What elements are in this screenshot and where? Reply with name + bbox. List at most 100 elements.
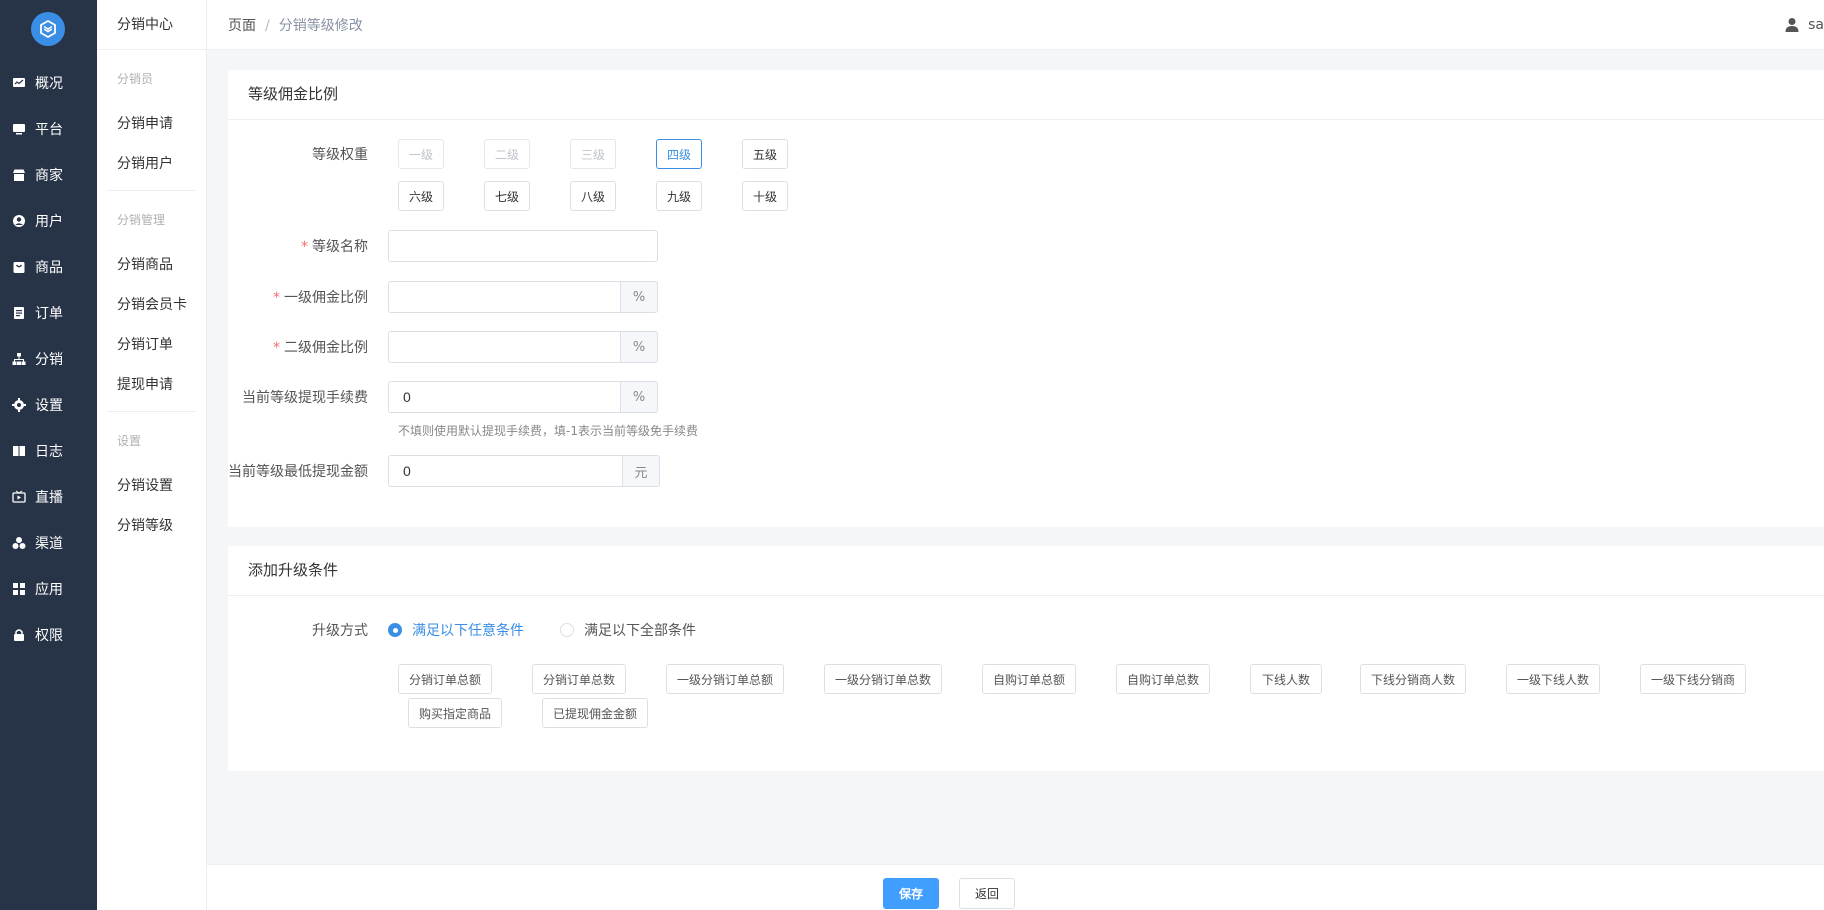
radio-dot — [388, 623, 402, 637]
lock-icon — [12, 628, 26, 642]
sidebar-item-label: 日志 — [35, 444, 63, 460]
second-commission-input[interactable] — [388, 331, 620, 363]
condition-button[interactable]: 购买指定商品 — [408, 698, 502, 728]
level-button-2[interactable]: 二级 — [484, 139, 530, 169]
level-button-10[interactable]: 十级 — [742, 181, 788, 211]
sub-item-users[interactable]: 分销用户 — [97, 144, 206, 184]
level-button-9[interactable]: 九级 — [656, 181, 702, 211]
level-name-label: * 等级名称 — [301, 239, 368, 255]
withdraw-fee-group: % — [388, 381, 658, 413]
sidebar-item-overview[interactable]: 概况 — [0, 60, 97, 106]
user-menu[interactable]: sa — [1784, 0, 1824, 50]
sub-sidebar: 分销中心 分销员 分销申请 分销用户 分销管理 分销商品 分销会员卡 分销订单 … — [97, 0, 207, 910]
gear-icon — [12, 398, 26, 412]
min-withdraw-input[interactable] — [388, 455, 622, 487]
back-button[interactable]: 返回 — [959, 878, 1015, 909]
bag-icon — [12, 260, 26, 274]
cluster-icon — [12, 536, 26, 550]
condition-button[interactable]: 一级分销订单总数 — [824, 664, 942, 694]
condition-button[interactable]: 自购订单总额 — [982, 664, 1076, 694]
level-button-7[interactable]: 七级 — [484, 181, 530, 211]
condition-button[interactable]: 一级下线分销商 — [1640, 664, 1746, 694]
sidebar-item-settings[interactable]: 设置 — [0, 382, 97, 428]
group-management: 分销管理 — [117, 213, 166, 227]
user-icon — [12, 214, 26, 228]
condition-button[interactable]: 下线人数 — [1250, 664, 1322, 694]
condition-button[interactable]: 分销订单总数 — [532, 664, 626, 694]
sidebar-item-permission[interactable]: 权限 — [0, 612, 97, 658]
sidebar-item-platform[interactable]: 平台 — [0, 106, 97, 152]
sidebar-item-label: 商品 — [35, 260, 63, 276]
upgrade-mode-label: 升级方式 — [312, 623, 368, 639]
radio-any-condition[interactable]: 满足以下任意条件 — [388, 620, 524, 640]
breadcrumb-root[interactable]: 页面 — [228, 18, 256, 34]
level-button-6[interactable]: 六级 — [398, 181, 444, 211]
dashboard-icon — [12, 76, 26, 90]
sub-item-orders[interactable]: 分销订单 — [97, 325, 206, 365]
percent-suffix: % — [620, 381, 658, 413]
sidebar-item-label: 商家 — [35, 168, 63, 184]
weight-row: 等级权重 — [228, 144, 388, 164]
level-button-4[interactable]: 四级 — [656, 139, 702, 169]
breadcrumb-current: 分销等级修改 — [278, 17, 363, 34]
level-name-input[interactable] — [388, 230, 658, 262]
sidebar-item-label: 权限 — [35, 628, 63, 644]
percent-suffix: % — [620, 281, 658, 313]
monitor-icon — [12, 122, 26, 136]
commission-card-title: 等级佣金比例 — [228, 70, 1824, 120]
sidebar-item-channel[interactable]: 渠道 — [0, 520, 97, 566]
sub-item-settings[interactable]: 分销设置 — [97, 466, 206, 506]
condition-button[interactable]: 一级分销订单总额 — [666, 664, 784, 694]
radio-all-condition[interactable]: 满足以下全部条件 — [560, 620, 696, 640]
level-button-5[interactable]: 五级 — [742, 139, 788, 169]
group-distributor: 分销员 — [117, 72, 154, 86]
condition-button[interactable]: 分销订单总额 — [398, 664, 492, 694]
sidebar-item-user[interactable]: 用户 — [0, 198, 97, 244]
sidebar-item-apps[interactable]: 应用 — [0, 566, 97, 612]
commission-card: 等级佣金比例 等级权重 一级 二级 三级 四级 五级 六级 七级 八级 九级 十… — [228, 70, 1824, 527]
sidebar-item-goods[interactable]: 商品 — [0, 244, 97, 290]
name-row: * 等级名称 — [228, 230, 658, 262]
sub-item-apply[interactable]: 分销申请 — [97, 104, 206, 144]
min-withdraw-group: 元 — [388, 455, 660, 487]
breadcrumb: 页面 / 分销等级修改 — [228, 15, 363, 35]
save-button[interactable]: 保存 — [883, 878, 939, 909]
main-sidebar: 概况 平台 商家 用户 商品 订单 分销 设置 日志 直播 渠道 应用 权限 — [0, 0, 97, 910]
footer-bar: 保存 返回 — [207, 864, 1824, 910]
first-commission-input[interactable] — [388, 281, 620, 313]
level-button-8[interactable]: 八级 — [570, 181, 616, 211]
sub-item-level[interactable]: 分销等级 — [97, 506, 206, 546]
withdraw-fee-input[interactable] — [388, 381, 620, 413]
sidebar-item-merchant[interactable]: 商家 — [0, 152, 97, 198]
user-name: sa — [1808, 17, 1824, 33]
upgrade-mode-row: 升级方式 满足以下任意条件 满足以下全部条件 — [228, 620, 732, 640]
level-button-3[interactable]: 三级 — [570, 139, 616, 169]
sidebar-item-live[interactable]: 直播 — [0, 474, 97, 520]
level-button-1[interactable]: 一级 — [398, 139, 444, 169]
condition-button[interactable]: 已提现佣金金额 — [542, 698, 648, 728]
withdraw-fee-label: 当前等级提现手续费 — [242, 390, 368, 406]
order-icon — [12, 306, 26, 320]
condition-button[interactable]: 一级下线人数 — [1506, 664, 1600, 694]
sub-item-card[interactable]: 分销会员卡 — [97, 285, 206, 325]
second-commission-row: * 二级佣金比例 % — [228, 331, 658, 363]
first-commission-label: * 一级佣金比例 — [273, 290, 368, 306]
sitemap-icon — [12, 352, 26, 366]
sub-sidebar-title: 分销中心 — [97, 0, 206, 50]
sub-item-goods[interactable]: 分销商品 — [97, 245, 206, 285]
upgrade-card: 添加升级条件 升级方式 满足以下任意条件 满足以下全部条件 分销订单总额 分销订… — [228, 546, 1824, 771]
sub-item-withdraw[interactable]: 提现申请 — [97, 365, 206, 405]
sidebar-item-log[interactable]: 日志 — [0, 428, 97, 474]
app-logo[interactable] — [31, 12, 65, 46]
sidebar-item-label: 用户 — [35, 214, 63, 230]
breadcrumb-separator: / — [265, 17, 270, 34]
book-icon — [12, 444, 26, 458]
divider — [107, 411, 196, 412]
sidebar-item-order[interactable]: 订单 — [0, 290, 97, 336]
divider — [107, 190, 196, 191]
condition-button[interactable]: 下线分销商人数 — [1360, 664, 1466, 694]
condition-button[interactable]: 自购订单总数 — [1116, 664, 1210, 694]
min-withdraw-row: 当前等级最低提现金额 元 — [228, 455, 660, 487]
first-commission-group: % — [388, 281, 658, 313]
sidebar-item-distribution[interactable]: 分销 — [0, 336, 97, 382]
